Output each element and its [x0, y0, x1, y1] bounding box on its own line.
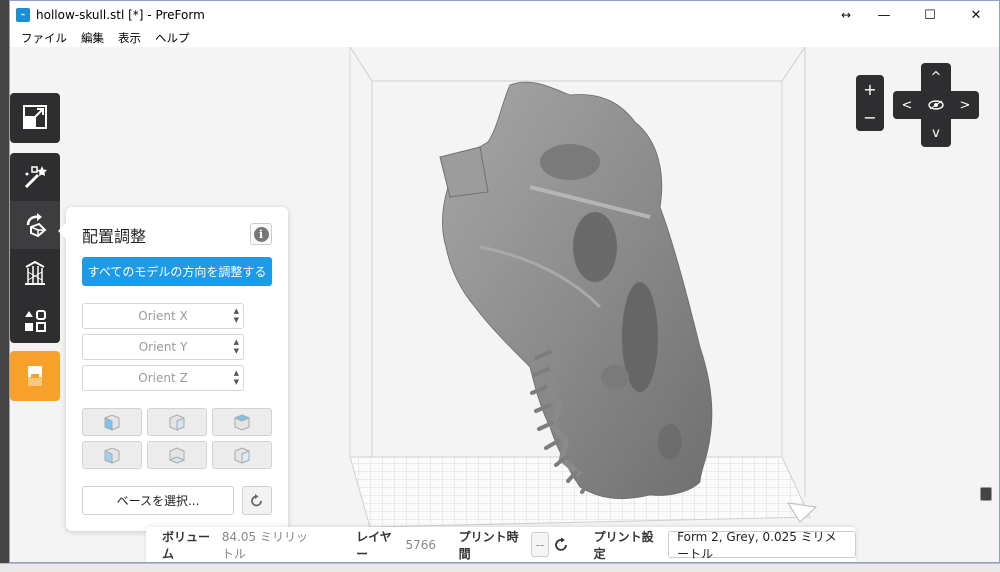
orient-panel: 配置調整 i すべてのモデルの方向を調整する Orient X ▲ ▼ Orien… — [58, 207, 288, 531]
skull-model[interactable] — [439, 81, 713, 500]
maximize-button[interactable]: ☐ — [907, 1, 953, 29]
view-face-back-button[interactable] — [212, 441, 272, 469]
orient-button[interactable] — [10, 201, 60, 249]
view-face-bottom-button[interactable] — [147, 441, 207, 469]
navigation-pad: ^ v < > — [893, 63, 979, 147]
orient-x-label: Orient X — [138, 309, 188, 323]
orient-y-label: Orient Y — [138, 340, 188, 354]
zoom-controls: + − — [856, 75, 884, 131]
orient-z-stepper[interactable]: Orient Z ▲ ▼ — [82, 365, 244, 391]
orient-z-label: Orient Z — [138, 371, 188, 385]
pan-up-button[interactable]: ^ — [922, 63, 950, 91]
desktop-background — [0, 0, 9, 572]
eye-rotate-icon — [928, 100, 944, 110]
layout-icon — [25, 310, 46, 332]
desktop-taskbar-strip — [0, 563, 1000, 572]
menu-edit[interactable]: 編集 — [74, 30, 111, 46]
pan-left-button[interactable]: < — [893, 91, 921, 119]
view-face-top-button[interactable] — [147, 408, 207, 436]
view-face-right-button[interactable] — [212, 408, 272, 436]
cube-right-icon — [233, 414, 251, 431]
preform-window: ⌁ hollow-skull.stl [*] - PreForm ↔ — ☐ ✕… — [9, 0, 1000, 563]
printer-icon — [28, 366, 42, 386]
close-button[interactable]: ✕ — [953, 1, 999, 29]
print-button[interactable] — [10, 351, 60, 401]
chevron-right-icon: > — [959, 97, 971, 113]
panel-title: 配置調整 — [82, 227, 147, 246]
menu-bar: ファイル 編集 表示 ヘルプ — [10, 29, 999, 47]
pan-right-button[interactable]: > — [951, 91, 979, 119]
orient-all-button[interactable]: すべてのモデルの方向を調整する — [82, 257, 272, 286]
chevron-down-icon: v — [932, 125, 940, 141]
refresh-icon — [555, 537, 568, 551]
print-time-label: プリント時間 — [458, 529, 519, 561]
panel-toggle-handle[interactable] — [980, 487, 992, 501]
minimize-button[interactable]: — — [861, 1, 907, 29]
support-structure-icon — [25, 260, 45, 285]
stepper-arrows[interactable]: ▲ ▼ — [234, 338, 239, 356]
3d-viewport[interactable]: 配置調整 i すべてのモデルの方向を調整する Orient X ▲ ▼ Orien… — [10, 47, 999, 562]
layers-label: レイヤー — [356, 529, 392, 561]
zoom-in-button[interactable]: + — [856, 75, 884, 103]
volume-value: 84.05 ミリリットル — [221, 529, 308, 561]
print-settings-label: プリント設定 — [593, 529, 654, 561]
stepper-arrows[interactable]: ▲ ▼ — [234, 307, 239, 325]
select-base-button[interactable]: ベースを選択... — [82, 486, 234, 515]
layout-button[interactable] — [10, 297, 60, 345]
panel-pointer — [58, 223, 66, 239]
print-settings-field[interactable]: Form 2, Grey, 0.025 ミリメートル — [668, 530, 857, 561]
orient-x-stepper[interactable]: Orient X ▲ ▼ — [82, 303, 244, 329]
cube-top-icon — [169, 414, 185, 431]
expand-icon — [23, 105, 47, 129]
cube-front-icon — [104, 414, 120, 431]
view-face-front-button[interactable] — [82, 408, 142, 436]
status-bar: ボリューム 84.05 ミリリットル レイヤー 5766 プリント時間 -- プ… — [146, 527, 857, 562]
cube-left-icon — [104, 447, 120, 464]
menu-file[interactable]: ファイル — [14, 30, 74, 46]
supports-wizard-button[interactable] — [10, 153, 60, 201]
window-controls: ↔ — ☐ ✕ — [831, 1, 999, 29]
reset-orientation-button[interactable] — [242, 486, 272, 515]
window-title: hollow-skull.stl [*] - PreForm — [36, 8, 205, 22]
rotate-view-button[interactable] — [922, 91, 950, 119]
layers-value: 5766 — [405, 537, 437, 552]
volume-label: ボリューム — [162, 529, 211, 561]
menu-view[interactable]: 表示 — [111, 30, 148, 46]
magic-wand-icon — [24, 166, 47, 189]
rotate-icon — [26, 213, 47, 238]
chevron-left-icon: < — [901, 97, 913, 113]
preform-logo-icon: ⌁ — [16, 8, 30, 22]
print-time-value: -- — [531, 532, 549, 557]
fit-view-button[interactable] — [10, 93, 60, 141]
menu-help[interactable]: ヘルプ — [148, 30, 197, 46]
orient-y-stepper[interactable]: Orient Y ▲ ▼ — [82, 334, 244, 360]
fit-view-group — [10, 93, 60, 143]
tool-group — [10, 153, 60, 343]
cube-bottom-icon — [168, 447, 186, 464]
reset-icon — [251, 493, 262, 506]
chevron-up-icon: ^ — [930, 69, 942, 85]
resize-icon[interactable]: ↔ — [831, 1, 861, 29]
supports-button[interactable] — [10, 249, 60, 297]
title-bar: ⌁ hollow-skull.stl [*] - PreForm ↔ — ☐ ✕ — [10, 1, 999, 29]
info-button[interactable]: i — [250, 223, 272, 245]
zoom-out-button[interactable]: − — [856, 103, 884, 131]
info-icon: i — [253, 226, 269, 242]
cube-back-icon — [234, 447, 250, 464]
view-face-left-button[interactable] — [82, 441, 142, 469]
refresh-estimate-button[interactable] — [552, 532, 571, 557]
stepper-arrows[interactable]: ▲ ▼ — [234, 369, 239, 387]
pan-down-button[interactable]: v — [922, 119, 950, 147]
